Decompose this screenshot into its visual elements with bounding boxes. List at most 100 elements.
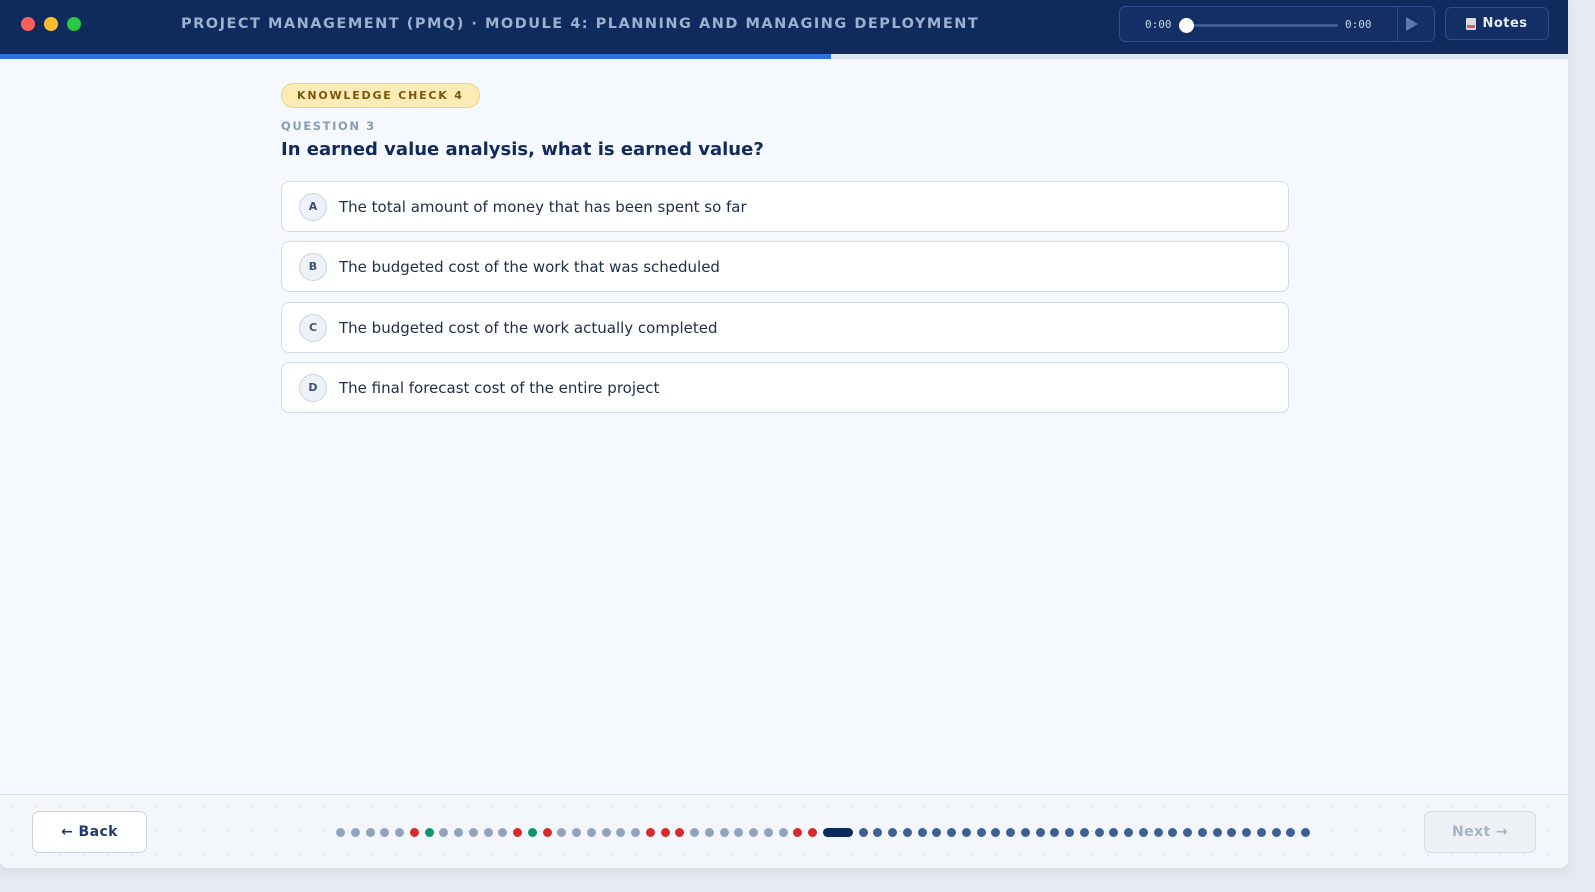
slide-dot[interactable] [365, 827, 375, 837]
slide-dot[interactable] [1138, 827, 1148, 837]
slide-dot[interactable] [557, 827, 567, 837]
option-letter: B [299, 253, 327, 282]
slide-dot[interactable] [454, 827, 463, 837]
knowledge-check-badge: KNOWLEDGE CHECK 4 [281, 83, 480, 108]
slide-dot[interactable] [1212, 827, 1222, 837]
slide-dot[interactable] [749, 827, 758, 837]
course-progress-fill [0, 54, 832, 59]
question-text: In earned value analysis, what is earned… [281, 139, 764, 160]
slide-dot[interactable] [1183, 827, 1192, 837]
slide-dot[interactable] [976, 827, 986, 837]
slide-dot[interactable] [350, 827, 360, 837]
answer-option-d[interactable]: D The final forecast cost of the entire … [281, 361, 1289, 413]
slide-dot[interactable] [858, 827, 868, 837]
slide-dot[interactable] [660, 827, 670, 837]
slide-dot[interactable] [527, 827, 537, 837]
slide-dot[interactable] [1256, 827, 1266, 837]
audio-scrubber[interactable] [1179, 18, 1338, 33]
slide-dot[interactable] [1286, 827, 1296, 837]
notes-button-label: Notes [1482, 16, 1528, 31]
slide-dot[interactable] [734, 827, 744, 837]
slide-dot[interactable] [763, 827, 773, 837]
option-letter: A [299, 193, 327, 221]
slide-dot[interactable] [645, 827, 655, 837]
slide-dot[interactable] [439, 827, 449, 837]
slide-dot[interactable] [542, 827, 552, 837]
slide-dot[interactable] [1153, 827, 1163, 837]
next-button[interactable]: Next → [1424, 811, 1536, 853]
option-text: The total amount of money that has been … [339, 198, 747, 216]
slide-dot[interactable] [1242, 827, 1251, 837]
question-number: QUESTION 3 [281, 119, 376, 133]
audio-scrubber-thumb[interactable] [1179, 18, 1194, 33]
option-letter: D [299, 373, 327, 402]
slide-dot[interactable] [498, 827, 508, 837]
slide-dot[interactable] [336, 827, 345, 837]
slide-dot[interactable] [483, 827, 493, 837]
slide-dot[interactable] [690, 827, 699, 837]
answer-option-b[interactable]: B The budgeted cost of the work that was… [281, 241, 1289, 293]
minimize-window-button[interactable] [44, 17, 58, 31]
slide-dot[interactable] [631, 827, 640, 837]
slide-dot[interactable] [586, 827, 596, 837]
slide-dot[interactable] [991, 827, 1001, 837]
slide-dot[interactable] [808, 827, 817, 837]
slide-dot[interactable] [513, 827, 522, 837]
slide-dot[interactable] [961, 827, 971, 837]
slide-dot[interactable] [395, 827, 404, 837]
slide-dot[interactable] [888, 827, 897, 837]
slide-dot[interactable] [380, 827, 390, 837]
slide-dot[interactable] [917, 827, 927, 837]
slide-dot[interactable] [1050, 827, 1060, 837]
play-icon[interactable] [1406, 17, 1418, 31]
course-progress-bar [0, 54, 1568, 59]
slide-dot[interactable] [1168, 827, 1178, 837]
slide-dot[interactable] [1079, 827, 1089, 837]
option-text: The budgeted cost of the work actually c… [339, 318, 718, 337]
close-window-button[interactable] [21, 17, 35, 31]
footer-nav: ← Back Next → [0, 794, 1568, 868]
option-text: The final forecast cost of the entire pr… [339, 378, 660, 397]
slide-dot[interactable] [1035, 827, 1045, 837]
answer-option-a[interactable]: A The total amount of money that has bee… [281, 181, 1289, 232]
slide-dot[interactable] [601, 827, 611, 837]
slide-dot[interactable] [424, 827, 434, 837]
slide-dot[interactable] [1020, 827, 1030, 837]
audio-current-time: 0:00 [1145, 18, 1172, 31]
audio-player: 0:00 0:00 [1119, 6, 1435, 42]
slide-dot[interactable] [1227, 827, 1237, 837]
notes-icon [1466, 17, 1477, 30]
slide-dot[interactable] [616, 827, 626, 837]
option-text: The budgeted cost of the work that was s… [339, 258, 720, 277]
slide-dot[interactable] [1006, 827, 1015, 837]
slide-dot[interactable] [1124, 827, 1133, 837]
slide-dot[interactable] [1197, 827, 1207, 837]
app-window: PROJECT MANAGEMENT (PMQ) · MODULE 4: PLA… [0, 0, 1568, 868]
slide-dot[interactable] [947, 827, 956, 837]
answer-options: A The total amount of money that has bee… [281, 181, 1289, 422]
slide-dot[interactable] [778, 827, 788, 837]
maximize-window-button[interactable] [67, 17, 81, 31]
notes-button[interactable]: Notes [1445, 7, 1549, 40]
slide-dot[interactable] [1301, 827, 1310, 837]
slide-dot[interactable] [468, 827, 478, 837]
slide-dot[interactable] [704, 827, 714, 837]
slide-dot[interactable] [873, 827, 883, 837]
slide-dot[interactable] [719, 827, 729, 837]
slide-dot[interactable] [1094, 827, 1104, 837]
slide-dot[interactable] [572, 827, 581, 837]
slide-dot[interactable] [675, 827, 685, 837]
slide-dot[interactable] [1065, 827, 1074, 837]
slide-dot[interactable] [1271, 827, 1281, 837]
course-title: PROJECT MANAGEMENT (PMQ) · MODULE 4: PLA… [181, 16, 980, 32]
slide-dot[interactable] [409, 827, 419, 837]
slide-dot-current[interactable] [822, 827, 853, 837]
answer-option-c[interactable]: C The budgeted cost of the work actually… [281, 301, 1289, 353]
slide-dot[interactable] [793, 827, 803, 837]
slide-dot[interactable] [1109, 827, 1119, 837]
back-button[interactable]: ← Back [32, 811, 147, 853]
slide-dot[interactable] [932, 827, 942, 837]
audio-duration: 0:00 [1345, 18, 1372, 31]
slide-dot[interactable] [902, 827, 912, 837]
divider [1397, 7, 1398, 41]
